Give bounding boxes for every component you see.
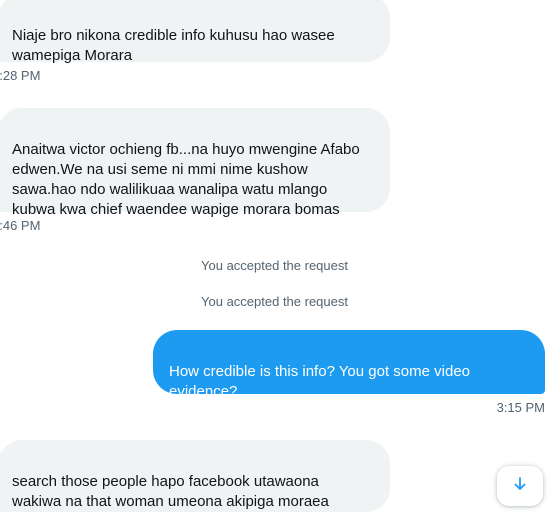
message-text: Niaje bro nikona credible info kuhusu ha… xyxy=(12,27,335,64)
message-timestamp: 2:46 PM xyxy=(0,218,41,233)
arrow-down-icon xyxy=(512,476,528,497)
system-notice: You accepted the request xyxy=(201,258,348,273)
incoming-message-bubble[interactable]: Niaje bro nikona credible info kuhusu ha… xyxy=(0,0,390,64)
system-notice: You accepted the request xyxy=(201,294,348,309)
message-text: Anaitwa victor ochieng fb...na huyo mwen… xyxy=(12,141,360,218)
message-timestamp: 3:15 PM xyxy=(496,400,545,415)
message-timestamp: 2:28 PM xyxy=(0,68,41,83)
message-text: search those people hapo facebook utawao… xyxy=(12,473,329,510)
outgoing-message-bubble[interactable]: How credible is this info? You got some … xyxy=(153,330,545,400)
scroll-to-bottom-button[interactable] xyxy=(497,466,543,506)
incoming-message-bubble[interactable]: Anaitwa victor ochieng fb...na huyo mwen… xyxy=(0,108,390,218)
message-text: How credible is this info? You got some … xyxy=(169,363,471,400)
incoming-message-bubble[interactable]: search those people hapo facebook utawao… xyxy=(0,440,390,512)
